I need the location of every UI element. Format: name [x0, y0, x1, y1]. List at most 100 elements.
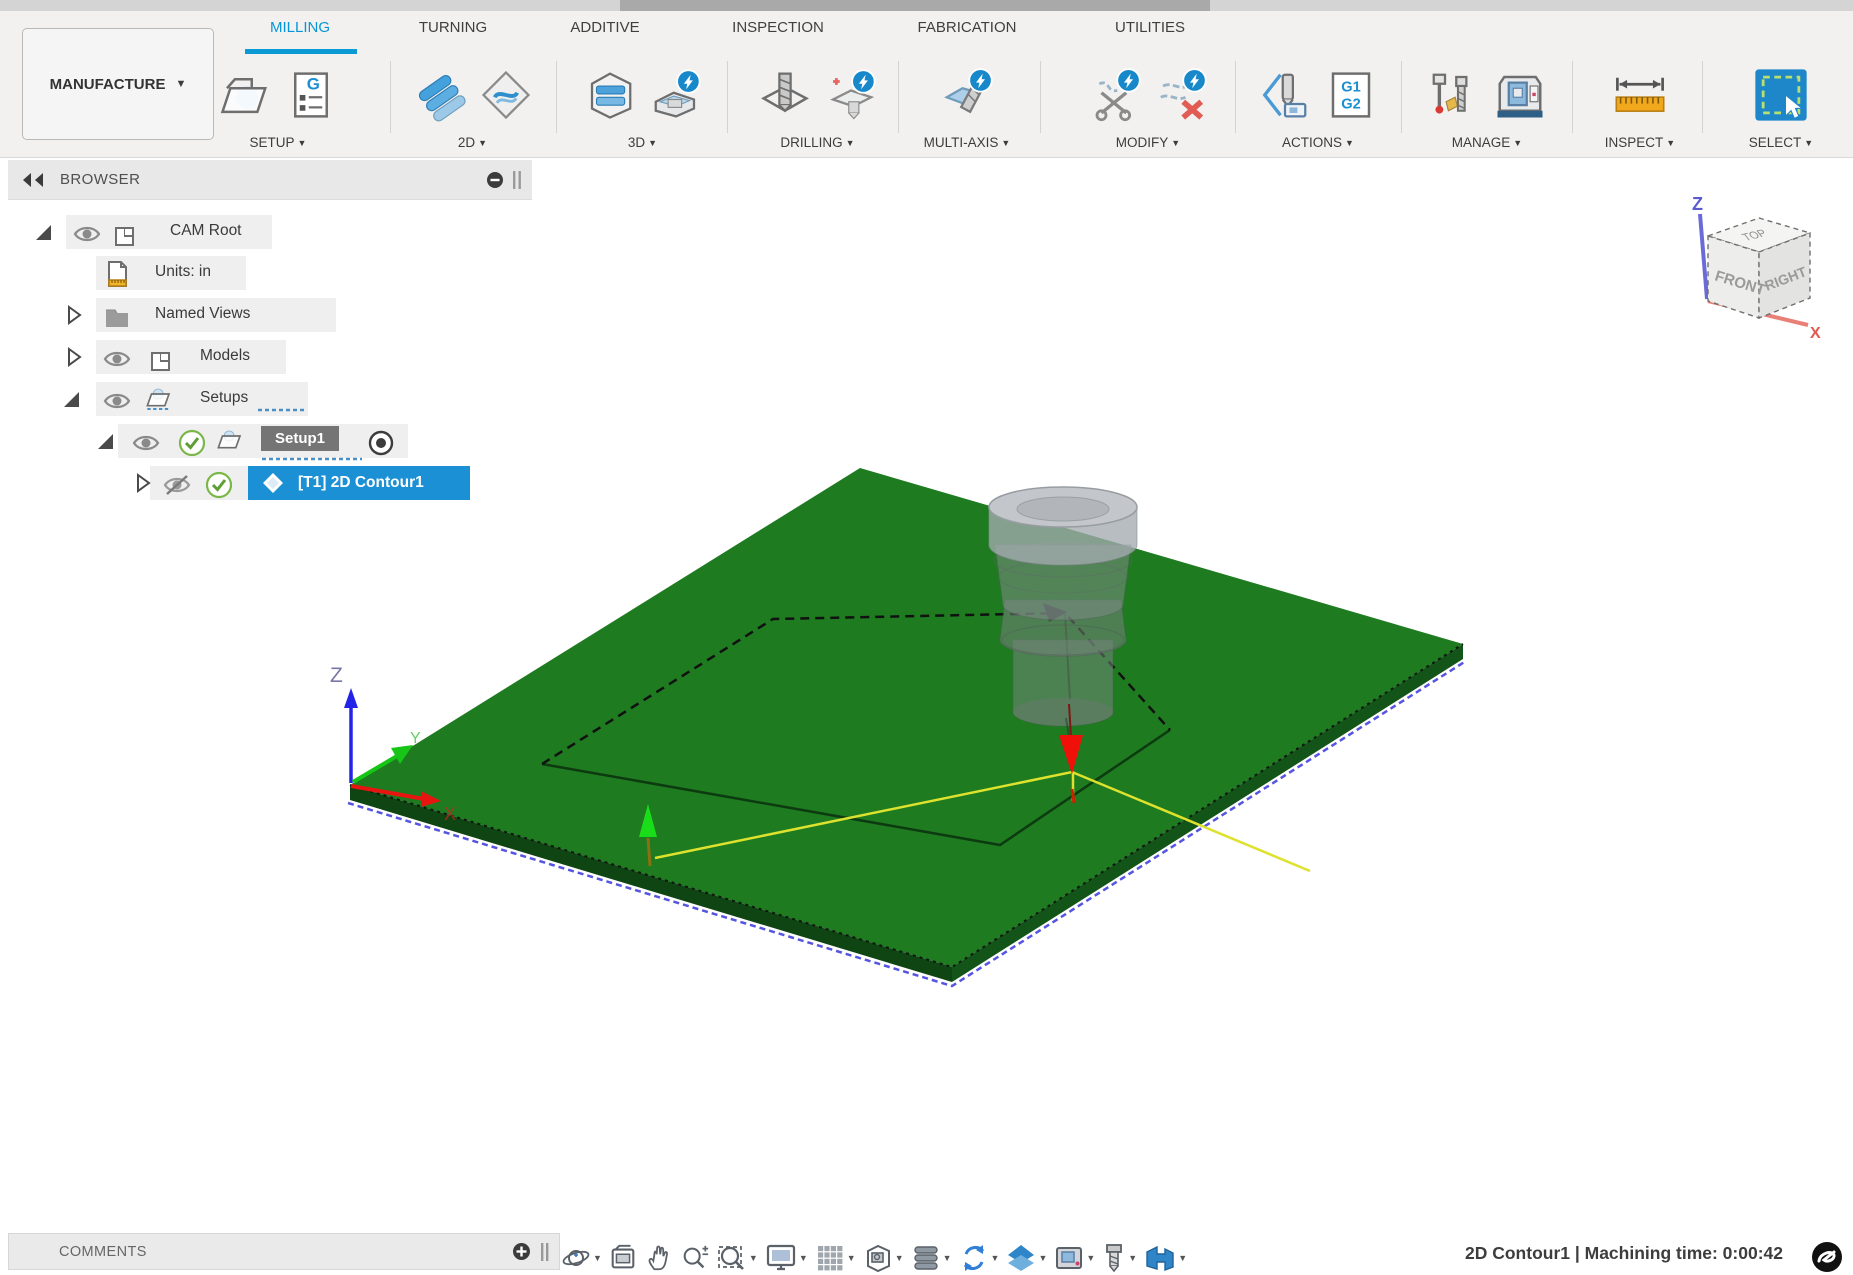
- group-label-drilling[interactable]: DRILLING ▼: [740, 135, 895, 150]
- trim-toolpath-button[interactable]: [1086, 59, 1144, 131]
- viewports-icon[interactable]: ▼: [860, 1241, 906, 1275]
- job-status-badge-icon[interactable]: [1810, 1240, 1844, 1274]
- group-label-2d[interactable]: 2D ▼: [400, 135, 545, 150]
- simulate-button[interactable]: [1256, 59, 1314, 131]
- post-library-button[interactable]: G: [282, 59, 340, 131]
- expand-triangle-icon[interactable]: [62, 390, 82, 410]
- tree-label[interactable]: CAM Root: [170, 222, 242, 240]
- tree-row-setup1[interactable]: Setup1: [0, 424, 530, 461]
- pan-icon[interactable]: [642, 1241, 676, 1275]
- tree-row-named-views[interactable]: Named Views: [0, 298, 530, 332]
- swarf-button[interactable]: [938, 59, 996, 131]
- new-setup-button[interactable]: [216, 59, 274, 131]
- feed-tick: [1070, 788, 1076, 804]
- zoom-window-icon[interactable]: ▼: [714, 1241, 760, 1275]
- chevron-down-icon: ▼: [798, 1253, 808, 1263]
- orbit-icon[interactable]: ▼: [558, 1241, 604, 1275]
- window-tab[interactable]: [620, 0, 1210, 11]
- grid-icon[interactable]: ▼: [812, 1241, 858, 1275]
- tab-fabrication[interactable]: FABRICATION: [918, 19, 1017, 36]
- post-process-button[interactable]: G1 G2: [1322, 59, 1380, 131]
- select-button[interactable]: [1752, 59, 1810, 131]
- viewcube-z-label: Z: [1692, 194, 1703, 214]
- group-label-setup[interactable]: SETUP ▼: [196, 135, 360, 150]
- measure-button[interactable]: [1611, 59, 1669, 131]
- ribbon-group-drilling: DRILLING ▼: [740, 57, 895, 153]
- tab-milling[interactable]: MILLING: [270, 19, 330, 36]
- tree-row-cam-root[interactable]: CAM Root: [0, 215, 530, 249]
- 2d-pocket-button[interactable]: [477, 59, 535, 131]
- chevron-down-icon: ▼: [990, 1253, 1000, 1263]
- show-stock-icon[interactable]: ▼: [1051, 1241, 1097, 1275]
- setup1-name-badge[interactable]: Setup1: [261, 426, 340, 451]
- display-settings-icon[interactable]: ▼: [762, 1241, 810, 1275]
- group-label-multiaxis[interactable]: MULTI-AXIS ▼: [912, 135, 1022, 150]
- tree-label[interactable]: Units: in: [155, 263, 211, 281]
- visibility-hidden-eye-icon[interactable]: [162, 470, 192, 500]
- delete-passes-button[interactable]: [1152, 59, 1210, 131]
- steps-icon[interactable]: ▼: [908, 1241, 954, 1275]
- tab-additive[interactable]: ADDITIVE: [570, 19, 639, 36]
- expand-triangle-icon[interactable]: [96, 432, 116, 452]
- active-tab-underline: [245, 49, 357, 54]
- group-label-manage[interactable]: MANAGE ▼: [1412, 135, 1562, 150]
- workspace-switcher-button[interactable]: MANUFACTURE ▼: [22, 28, 214, 140]
- add-comment-icon[interactable]: [512, 1242, 531, 1261]
- chevron-down-icon: ▼: [1804, 138, 1814, 148]
- collapse-triangle-icon[interactable]: [133, 473, 153, 493]
- group-label-modify[interactable]: MODIFY ▼: [1068, 135, 1228, 150]
- comments-bar[interactable]: COMMENTS: [8, 1233, 560, 1270]
- group-label-actions[interactable]: ACTIONS ▼: [1248, 135, 1388, 150]
- 3d-steep-shallow-button[interactable]: [647, 59, 705, 131]
- active-setup-radio-icon[interactable]: [366, 428, 396, 458]
- zoom-icon[interactable]: [678, 1241, 712, 1275]
- regenerate-toolpath-icon[interactable]: ▼: [956, 1241, 1002, 1275]
- ribbon-group-actions: G1 G2 ACTIONS ▼: [1248, 57, 1388, 153]
- tree-label[interactable]: Setups: [200, 389, 248, 407]
- valid-check-icon: [178, 429, 206, 457]
- expand-triangle-icon[interactable]: [34, 223, 54, 243]
- tree-label[interactable]: Models: [200, 347, 250, 365]
- tab-inspection[interactable]: INSPECTION: [732, 19, 824, 36]
- 3d-pocket-button[interactable]: [581, 59, 639, 131]
- remove-icon[interactable]: [486, 171, 504, 189]
- folder-icon: [106, 309, 128, 327]
- tab-utilities[interactable]: UTILITIES: [1115, 19, 1185, 36]
- stock-board-top[interactable]: [350, 468, 1463, 967]
- machine-library-button[interactable]: [1491, 59, 1549, 131]
- axis-y-label: Y: [410, 730, 421, 747]
- selected-operation-row[interactable]: [T1] 2D Contour1: [248, 466, 470, 500]
- show-toolpath-icon[interactable]: ▼: [1003, 1241, 1049, 1275]
- chevron-down-icon: ▼: [1178, 1253, 1188, 1263]
- panel-grip-handle[interactable]: [539, 1242, 551, 1262]
- operation-diamond-icon: [263, 473, 283, 493]
- tree-row-units[interactable]: Units: in: [0, 256, 530, 290]
- tree-row-models[interactable]: Models: [0, 340, 530, 374]
- visibility-eye-icon[interactable]: [102, 344, 132, 374]
- show-tool-icon[interactable]: ▼: [1099, 1241, 1139, 1275]
- panel-grip-handle[interactable]: [510, 170, 524, 190]
- thread-mill-button[interactable]: [822, 59, 880, 131]
- drill-button[interactable]: [756, 59, 814, 131]
- 2d-adaptive-button[interactable]: [411, 59, 469, 131]
- group-label-select[interactable]: SELECT ▼: [1725, 135, 1837, 150]
- tab-turning[interactable]: TURNING: [419, 19, 487, 36]
- collapse-triangle-icon[interactable]: [64, 305, 84, 325]
- group-label-3d[interactable]: 3D ▼: [570, 135, 715, 150]
- look-at-icon[interactable]: [606, 1241, 640, 1275]
- visibility-eye-icon[interactable]: [102, 386, 132, 416]
- tree-row-setups[interactable]: Setups: [0, 382, 530, 416]
- machine-icon[interactable]: ▼: [1141, 1241, 1189, 1275]
- group-label-inspect[interactable]: INSPECT ▼: [1590, 135, 1690, 150]
- collapse-triangle-icon[interactable]: [64, 347, 84, 367]
- tool-library-button[interactable]: [1425, 59, 1483, 131]
- tree-label: [T1] 2D Contour1: [298, 474, 424, 491]
- tree-label[interactable]: Named Views: [155, 305, 250, 323]
- visibility-eye-icon[interactable]: [131, 428, 161, 458]
- collapse-panel-icon[interactable]: [20, 172, 46, 188]
- visibility-eye-icon[interactable]: [72, 219, 102, 249]
- view-cube[interactable]: TOP FRONT RIGHT Z X: [1680, 178, 1840, 358]
- tree-row-2d-contour1[interactable]: [T1] 2D Contour1: [0, 466, 530, 500]
- chevron-down-icon: ▼: [648, 138, 658, 148]
- chevron-down-icon: ▼: [846, 1253, 856, 1263]
